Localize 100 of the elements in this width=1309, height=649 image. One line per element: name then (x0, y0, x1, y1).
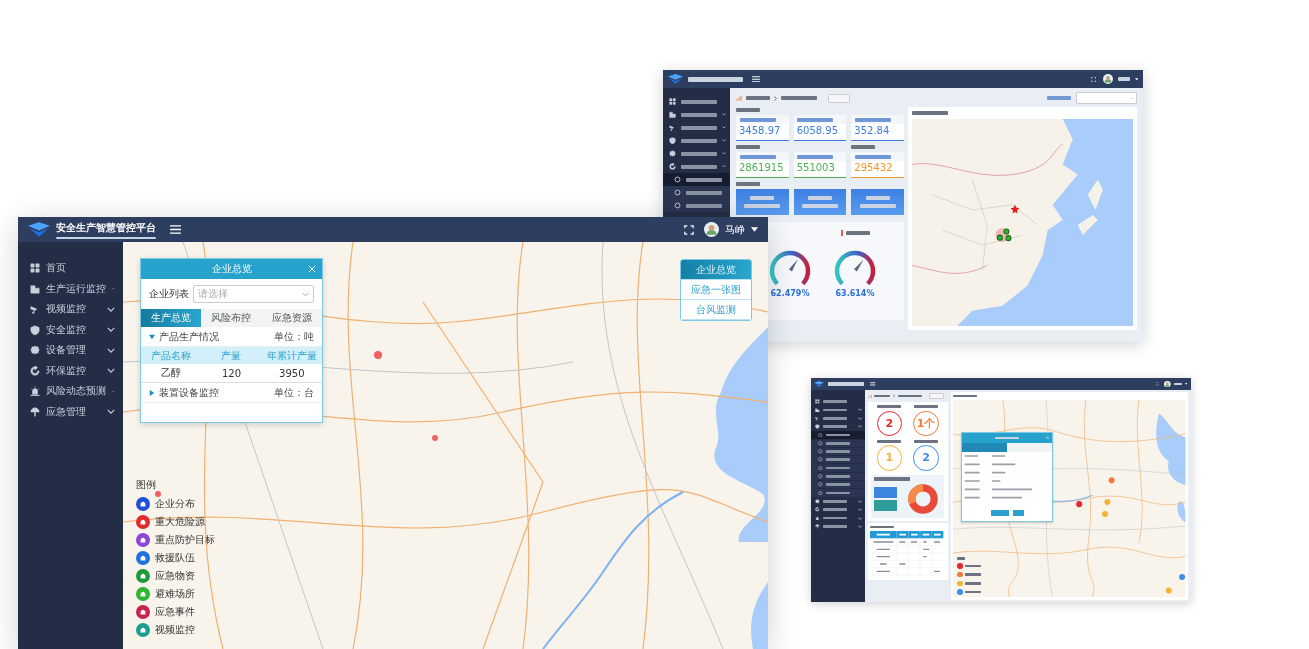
nav-item[interactable]: 环保监控 (18, 360, 123, 381)
blurred-text (822, 508, 847, 511)
avatar-icon[interactable] (1102, 74, 1113, 84)
blurred-text (897, 394, 922, 398)
stat-value: 295432 (853, 161, 894, 174)
blurred-text (822, 500, 847, 503)
column-header: 产量 (220, 348, 243, 363)
nav-subitem[interactable] (811, 439, 865, 447)
triangle-down-icon (149, 333, 155, 340)
level-count: 2 (885, 416, 894, 430)
blurred-text (877, 439, 902, 443)
blurred-text (750, 196, 775, 200)
blurred-text (736, 182, 760, 186)
stat-value: 6058.95 (795, 124, 839, 137)
app-title: 安全生产智慧管控平台 (56, 220, 156, 235)
nav-subitem[interactable] (811, 481, 865, 489)
section-header[interactable]: 装置设备监控 单位：台 (141, 383, 322, 403)
close-icon[interactable] (308, 265, 316, 273)
blurred-text (686, 177, 722, 182)
logo-icon (668, 74, 683, 84)
blurred-text (912, 111, 948, 115)
blurred-text (746, 96, 770, 100)
nav-subitem[interactable] (811, 464, 865, 472)
building-icon (30, 283, 40, 294)
fullscreen-icon[interactable] (684, 224, 694, 235)
nav-item[interactable]: 视频监控 (18, 299, 123, 320)
legend-label: 应急事件 (155, 605, 195, 619)
recycle-icon (30, 365, 40, 376)
legend-title: 图例 (136, 478, 157, 492)
tab[interactable]: 生产总览 (141, 309, 202, 327)
blurred-text (686, 190, 722, 195)
avatar-icon[interactable] (1164, 380, 1171, 388)
blurred-text (1174, 382, 1182, 386)
stat-value: 352.84 (853, 124, 891, 137)
triangle-right-icon (149, 389, 155, 396)
nav-subitem[interactable] (663, 186, 730, 199)
nav-item[interactable]: 风险动态预测 (18, 381, 123, 402)
blurred-text (870, 525, 895, 529)
status-tile (873, 500, 897, 512)
marker-icon (840, 230, 843, 236)
blurred-text (826, 475, 851, 478)
action-button[interactable] (1012, 509, 1024, 516)
blurred-text (854, 154, 891, 159)
caret-icon[interactable] (1134, 77, 1138, 81)
caret-icon[interactable] (1185, 383, 1188, 385)
grid-icon (30, 263, 40, 274)
blurred-text (681, 125, 717, 130)
tab[interactable] (1007, 442, 1053, 452)
blurred-text (686, 203, 722, 208)
building-icon (669, 111, 676, 118)
blurred-text (865, 196, 890, 200)
blurred-text (822, 525, 847, 528)
column-header: 产品名称 (150, 348, 193, 363)
column-header: 年累计产量 (265, 348, 318, 363)
nav-item[interactable]: 生产运行监控 (18, 278, 123, 299)
blurred-text (1047, 96, 1071, 100)
blurred-text (681, 99, 717, 104)
level-count: 2 (922, 451, 930, 465)
action-button[interactable] (990, 509, 1010, 516)
blurred-text (913, 439, 938, 443)
camera-icon (30, 304, 40, 315)
nav-subitem[interactable] (811, 431, 865, 439)
blurred-text (822, 408, 847, 412)
blurred-text (681, 138, 717, 143)
blurred-text (739, 154, 776, 159)
blurred-text (953, 394, 978, 398)
blurred-text (802, 204, 838, 208)
nav-subitem[interactable] (811, 489, 865, 497)
nav-subitem[interactable] (663, 199, 730, 212)
user-name[interactable]: 马峥 (725, 222, 745, 237)
menu-icon[interactable] (170, 225, 181, 234)
nav-item[interactable]: 设备管理 (18, 340, 123, 361)
legend-label: 应急物资 (155, 569, 195, 583)
nav-subitem[interactable] (811, 447, 865, 456)
avatar-icon[interactable] (704, 222, 719, 237)
blurred-text (845, 231, 870, 235)
nav-item[interactable]: 首页 (18, 258, 123, 279)
nav-item[interactable]: 应急管理 (18, 401, 123, 422)
section-title: 产品生产情况 (159, 329, 219, 344)
umbrella-icon (815, 524, 820, 529)
blurred-text (822, 400, 847, 403)
nav-subitem[interactable] (811, 456, 865, 464)
shield-icon (669, 137, 676, 144)
legend-label: 避难场所 (155, 587, 195, 601)
nav-item[interactable]: 安全监控 (18, 319, 123, 340)
caret-icon[interactable] (751, 227, 758, 232)
stat-value: 2861915 (738, 161, 785, 174)
blurred-text (808, 196, 832, 200)
blurred-text (957, 557, 966, 561)
unit-label: 单位：吨 (274, 329, 314, 344)
blurred-text (681, 151, 717, 156)
panel-title: 企业总览 (211, 262, 252, 276)
blurred-text (995, 436, 1020, 440)
blurred-text (826, 491, 851, 495)
blurred-text (681, 112, 717, 117)
nav-subitem[interactable] (811, 472, 865, 481)
blurred-text (877, 405, 902, 408)
nav-subitem[interactable] (663, 173, 730, 186)
blurred-text (736, 108, 760, 112)
section-title: 装置设备监控 (159, 385, 219, 400)
